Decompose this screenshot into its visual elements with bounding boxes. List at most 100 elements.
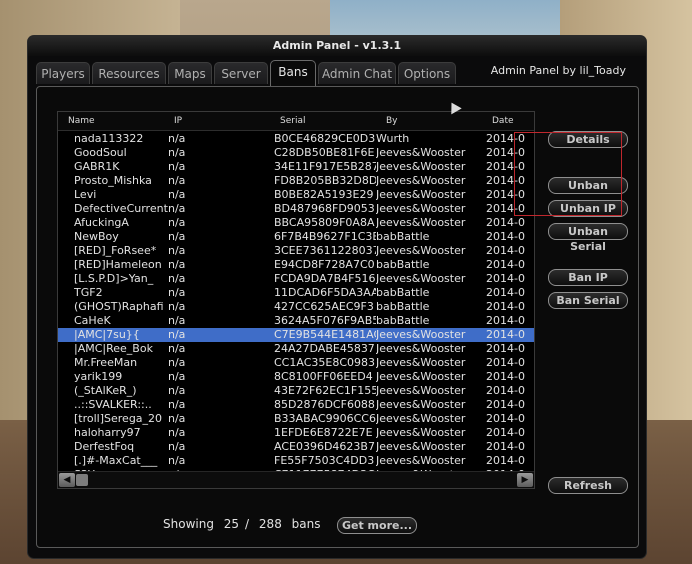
total-count: 288 xyxy=(258,517,282,531)
cell-date: 2014-0 xyxy=(486,244,525,257)
table-row[interactable]: GoodSoul n/a C28DB50BE81F6E Jeeves&Wooster 2… xyxy=(58,146,534,160)
get-more-button[interactable]: Get more... xyxy=(337,517,417,534)
cell-by: Jeeves&Wooster xyxy=(376,426,466,439)
cell-name: |AMC|Ree_Bok xyxy=(74,342,153,355)
table-row[interactable]: CaHeK n/a 3624A5F076F9AB5 babBattle 2014-0 xyxy=(58,314,534,328)
scroll-right-icon[interactable]: ▶ xyxy=(517,473,533,487)
table-row[interactable]: |AMC|Ree_Bok n/a 24A27DABE45837 Jeeves&Woos… xyxy=(58,342,534,356)
cell-by: Jeeves&Wooster xyxy=(376,412,466,425)
scroll-thumb[interactable] xyxy=(76,474,88,486)
cell-name: Prosto_Mishka xyxy=(74,174,152,187)
cell-name: Levi xyxy=(74,188,97,201)
cell-name: yarik199 xyxy=(74,370,123,383)
column-header-serial[interactable]: Serial xyxy=(280,116,305,126)
tab-options[interactable]: Options xyxy=(398,62,456,84)
cell-serial: BBCA95809F0A8A xyxy=(274,216,375,229)
cell-by: Jeeves&Wooster xyxy=(376,342,466,355)
scroll-left-icon[interactable]: ◀ xyxy=(59,473,75,487)
column-header-ip[interactable]: IP xyxy=(174,116,182,126)
cell-ip: n/a xyxy=(168,342,186,355)
table-row[interactable]: Prosto_Mishka n/a FD8B205BB32D8D Jeeves&Woo… xyxy=(58,174,534,188)
tab-players[interactable]: Players xyxy=(36,62,90,84)
cell-name: GoodSoul xyxy=(74,146,127,159)
cell-serial: 85D2876DCF6088 xyxy=(274,398,375,411)
column-header-date[interactable]: Date xyxy=(492,116,514,126)
cell-date: 2014-0 xyxy=(486,328,525,341)
table-header: Name IP Serial By Date xyxy=(58,112,534,131)
tab-admin-chat[interactable]: Admin Chat xyxy=(318,62,396,84)
cell-by: Jeeves&Wooster xyxy=(376,160,466,173)
table-row[interactable]: (GHOST)Raphafi n/a 427CC625AEC9F3 babBattle… xyxy=(58,300,534,314)
refresh-button[interactable]: Refresh xyxy=(548,477,628,494)
horizontal-scrollbar[interactable]: ◀ ▶ xyxy=(58,471,534,488)
cell-name: (GHOST)Raphafi xyxy=(74,300,164,313)
cell-date: 2014-0 xyxy=(486,216,525,229)
table-row[interactable]: NewBoy n/a 6F7B4B9627F1C3E babBattle 2014-0 xyxy=(58,230,534,244)
cell-by: Jeeves&Wooster xyxy=(376,174,466,187)
ban-serial-button[interactable]: Ban Serial xyxy=(548,292,628,309)
shown-count: 25 xyxy=(223,517,240,531)
table-row[interactable]: [RED]Hameleon n/a E94CD8F728A7C0 babBattle 2… xyxy=(58,258,534,272)
cell-ip: n/a xyxy=(168,230,186,243)
cell-name: ..::SVALKER::.. xyxy=(74,398,152,411)
author-byline: Admin Panel by lil_Toady xyxy=(490,64,626,77)
cell-name: CaHeK xyxy=(74,314,111,327)
table-row[interactable]: Levi n/a B0BE82A5193E29 Jeeves&Wooster 2014-… xyxy=(58,188,534,202)
cell-by: Jeeves&Wooster xyxy=(376,216,466,229)
cell-ip: n/a xyxy=(168,188,186,201)
table-row[interactable]: yarik199 n/a 8C8100FF06EED4 Jeeves&Wooster 2… xyxy=(58,370,534,384)
annotation-highlight-box xyxy=(514,132,622,216)
cell-serial: 34E11F917E5B287 xyxy=(274,160,376,173)
table-row[interactable]: [L.S.P.D]>Yan_ n/a FCDA9DA7B4F516 Jeeves&Wo… xyxy=(58,272,534,286)
cell-by: Jeeves&Wooster xyxy=(376,454,466,467)
cell-ip: n/a xyxy=(168,454,186,467)
cell-ip: n/a xyxy=(168,202,186,215)
table-row[interactable]: ..::SVALKER::.. n/a 85D2876DCF6088 Jeeves&W… xyxy=(58,398,534,412)
cell-ip: n/a xyxy=(168,160,186,173)
table-row-selected[interactable]: |AMC|7su}{n/a C7E9B544E1481AC Jeeves&Woost… xyxy=(58,328,534,342)
table-row[interactable]: DefectiveCurrent n/a BD487968FD9053 Jeeves&… xyxy=(58,202,534,216)
cell-name: nada113322 xyxy=(74,132,144,145)
table-row[interactable]: GABR1K n/a 34E11F917E5B287 Jeeves&Wooster 20… xyxy=(58,160,534,174)
unban-serial-button[interactable]: Unban Serial xyxy=(548,223,628,253)
table-row[interactable]: Mr.FreeMan n/a CC1AC35E8C0983 Jeeves&Wooste… xyxy=(58,356,534,370)
cell-by: Jeeves&Wooster xyxy=(376,146,466,159)
cell-ip: n/a xyxy=(168,426,186,439)
column-header-by[interactable]: By xyxy=(386,116,398,126)
tab-server[interactable]: Server xyxy=(214,62,268,84)
table-row[interactable]: nada113322 n/a B0CE46829CE0D3 Wurth 2014-0 xyxy=(58,132,534,146)
cell-name: TGF2 xyxy=(74,286,103,299)
cell-by: Jeeves&Wooster xyxy=(376,244,466,257)
cell-serial: 24A27DABE45837 xyxy=(274,342,375,355)
cell-name: [troll]Serega_20 xyxy=(74,412,163,425)
column-header-name[interactable]: Name xyxy=(68,116,95,126)
tab-bans[interactable]: Bans xyxy=(270,60,316,86)
table-row[interactable]: [.]#-MaxCat___ n/a FE55F7503C4DD3 Jeeves&Wo… xyxy=(58,454,534,468)
table-row[interactable]: AfuckingA n/a BBCA95809F0A8A Jeeves&Wooster… xyxy=(58,216,534,230)
cell-serial: 43E72F62EC1F155 xyxy=(274,384,376,397)
table-row[interactable]: [troll]Serega_20 n/a B33ABAC9906CC6 Jeeves&… xyxy=(58,412,534,426)
cell-serial: 3CEE73611228037 xyxy=(274,244,376,257)
table-row[interactable]: haloharry97 n/a 1EFDE6E8722E7E Jeeves&Woost… xyxy=(58,426,534,440)
table-row[interactable]: DerfestFoq n/a ACE0396D4623B7 Jeeves&Wooste… xyxy=(58,440,534,454)
cell-serial: 8C8100FF06EED4 xyxy=(274,370,373,383)
cell-serial: FD8B205BB32D8D xyxy=(274,174,376,187)
table-row[interactable]: (_StAlKeR_) n/a 43E72F62EC1F155 Jeeves&Woos… xyxy=(58,384,534,398)
ban-ip-button[interactable]: Ban IP xyxy=(548,269,628,286)
cell-date: 2014-0 xyxy=(486,370,525,383)
cell-date: 2014-0 xyxy=(486,454,525,467)
table-row[interactable]: TGF2 n/a 11DCAD6F5DA3AA babBattle 2014-0 xyxy=(58,286,534,300)
cell-ip: n/a xyxy=(168,286,186,299)
window-title: Admin Panel - v1.3.1 xyxy=(28,36,646,56)
table-row[interactable]: [RED]_FoRsee* n/a 3CEE73611228037 Jeeves&Wo… xyxy=(58,244,534,258)
tab-maps[interactable]: Maps xyxy=(168,62,212,84)
cell-by: Jeeves&Wooster xyxy=(376,188,466,201)
cell-serial: 6F7B4B9627F1C3E xyxy=(274,230,376,243)
cell-name: [L.S.P.D]>Yan_ xyxy=(74,272,154,285)
cell-serial: C7E9B544E1481AC xyxy=(274,328,376,341)
cell-serial: B0BE82A5193E29 xyxy=(274,188,374,201)
cell-ip: n/a xyxy=(168,132,186,145)
cell-ip: n/a xyxy=(168,440,186,453)
cell-serial: BD487968FD9053 xyxy=(274,202,375,215)
tab-resources[interactable]: Resources xyxy=(92,62,166,84)
